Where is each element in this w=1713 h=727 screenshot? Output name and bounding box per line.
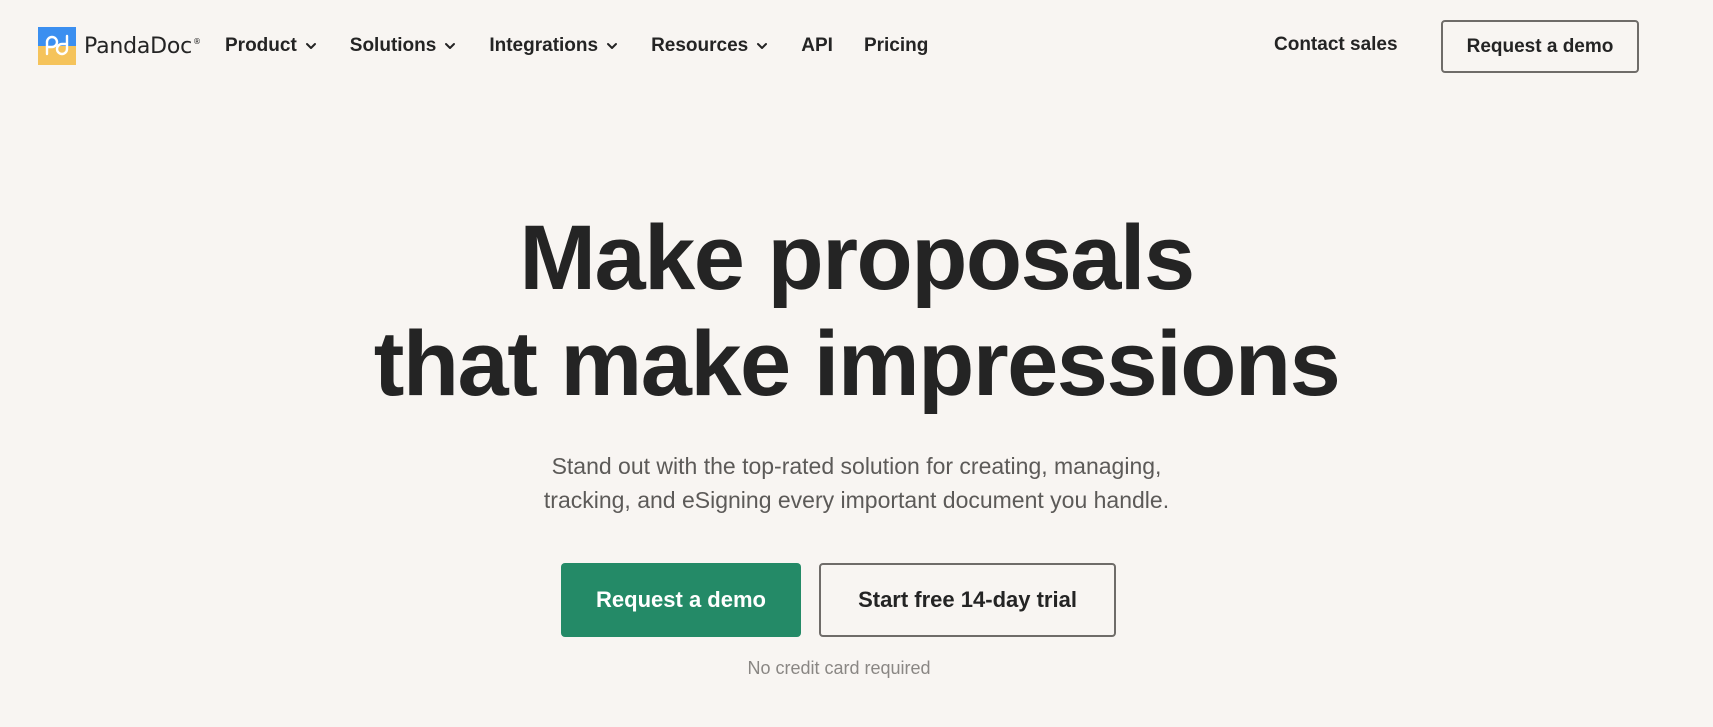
nav-item-pricing[interactable]: Pricing xyxy=(864,35,928,57)
chevron-down-icon xyxy=(757,43,768,49)
registered-mark: ® xyxy=(193,37,201,47)
chevron-down-icon xyxy=(445,43,456,49)
header-request-demo-button[interactable]: Request a demo xyxy=(1441,20,1639,73)
main-nav: Product Solutions Integrations Resources… xyxy=(225,0,961,92)
hero-title: Make proposals that make impressions xyxy=(0,205,1713,417)
contact-sales-link[interactable]: Contact sales xyxy=(1274,34,1398,56)
nav-item-label: Solutions xyxy=(349,35,437,56)
hero-request-demo-button[interactable]: Request a demo xyxy=(561,563,801,637)
nav-item-product[interactable]: Product xyxy=(225,35,317,57)
brand-name: PandaDoc® xyxy=(84,33,201,59)
site-header: PandaDoc® Product Solutions Integrations… xyxy=(0,0,1713,92)
nav-item-label: Integrations xyxy=(489,35,599,56)
nav-item-solutions[interactable]: Solutions xyxy=(350,35,457,57)
nav-item-label: Product xyxy=(225,35,297,56)
chevron-down-icon xyxy=(607,43,618,49)
no-credit-card-note: No credit card required xyxy=(747,658,931,678)
nav-item-api[interactable]: API xyxy=(801,35,833,57)
chevron-down-icon xyxy=(305,43,316,49)
nav-item-label: API xyxy=(801,35,833,56)
pandadoc-logo-icon xyxy=(38,27,76,65)
hero-subtitle-line-2: tracking, and eSigning every important d… xyxy=(543,487,1170,513)
nav-item-label: Pricing xyxy=(863,35,929,56)
nav-item-resources[interactable]: Resources xyxy=(651,35,768,57)
hero-subtitle: Stand out with the top-rated solution fo… xyxy=(0,449,1713,517)
page: PandaDoc® Product Solutions Integrations… xyxy=(0,0,1713,727)
hero-title-line-2: that make impressions xyxy=(373,313,1341,415)
nav-item-label: Resources xyxy=(651,35,749,56)
nav-item-integrations[interactable]: Integrations xyxy=(489,35,618,57)
hero-subtitle-line-1: Stand out with the top-rated solution fo… xyxy=(551,453,1162,479)
start-free-trial-button[interactable]: Start free 14-day trial xyxy=(819,563,1116,637)
hero-title-line-1: Make proposals xyxy=(519,207,1195,309)
pandadoc-logo[interactable]: PandaDoc® xyxy=(38,27,201,65)
